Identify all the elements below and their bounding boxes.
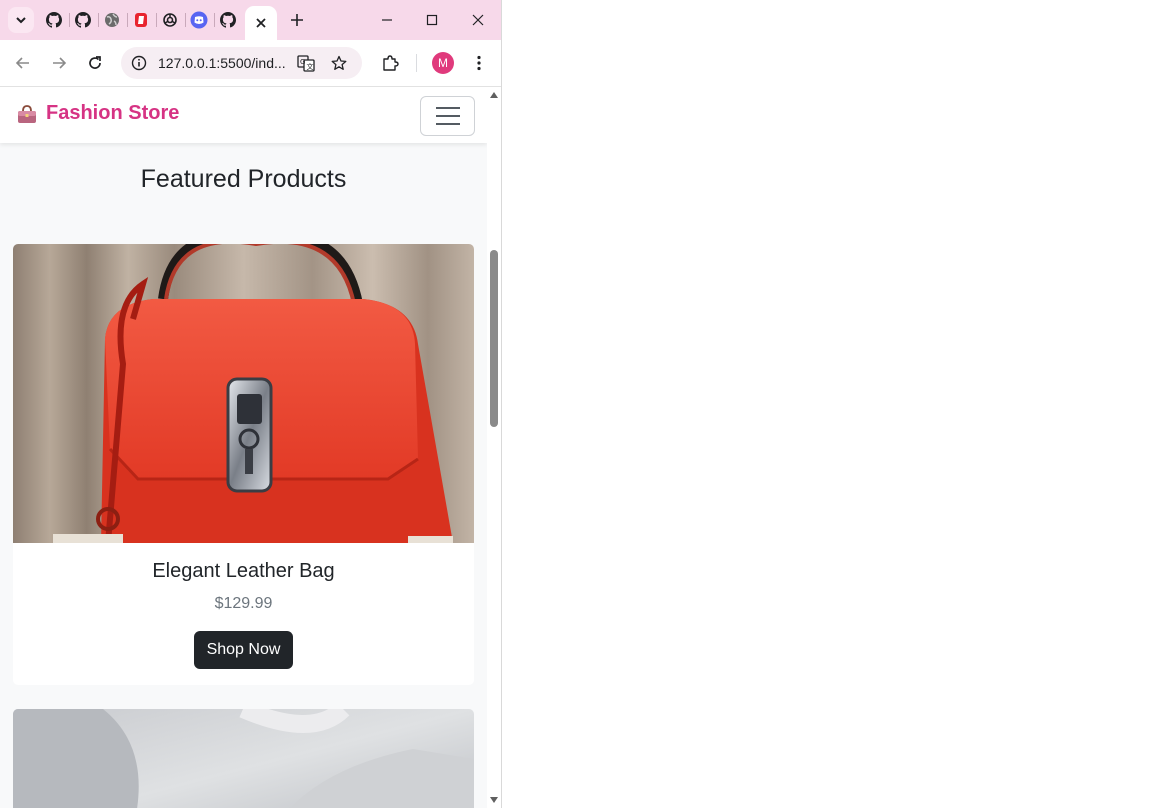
- shop-now-button[interactable]: Shop Now: [194, 631, 293, 669]
- toolbar-separator: [416, 54, 417, 72]
- svg-text:文: 文: [307, 62, 314, 71]
- tab-github-3[interactable]: [213, 6, 242, 34]
- site-navbar: Fashion Store: [0, 87, 487, 143]
- new-tab-button[interactable]: [284, 7, 310, 33]
- profile-avatar[interactable]: M: [432, 52, 454, 74]
- maximize-button[interactable]: [409, 0, 455, 40]
- tab-active[interactable]: [245, 6, 277, 40]
- extensions-button[interactable]: [376, 49, 404, 77]
- github-icon: [219, 12, 236, 28]
- tab-globe[interactable]: [97, 6, 126, 34]
- kebab-menu-icon: [477, 55, 481, 71]
- reload-icon: [89, 56, 101, 69]
- scroll-up-icon[interactable]: [489, 90, 499, 100]
- discord-icon: [190, 11, 207, 29]
- info-icon: [131, 55, 147, 71]
- browser-window: 127.0.0.1:5500/ind... G文 M Fashion Store: [0, 0, 502, 808]
- back-button[interactable]: [9, 49, 37, 77]
- arrow-left-icon: [15, 57, 29, 69]
- star-icon: [331, 55, 347, 70]
- section-title: Featured Products: [140, 165, 347, 193]
- tab-red-app[interactable]: [126, 6, 155, 34]
- page-viewport: Fashion Store Featured Products Elegant …: [0, 87, 487, 808]
- forward-button[interactable]: [45, 49, 73, 77]
- reload-button[interactable]: [81, 49, 109, 77]
- tab-search-button[interactable]: [8, 7, 34, 33]
- tab-github-2[interactable]: [68, 6, 97, 34]
- plus-icon: [291, 14, 303, 26]
- close-icon[interactable]: [255, 17, 267, 29]
- window-close-button[interactable]: [455, 0, 501, 40]
- site-info-button[interactable]: [127, 51, 151, 75]
- tab-github-1[interactable]: [39, 6, 68, 34]
- tab-openai[interactable]: [155, 6, 184, 34]
- arrow-right-icon: [53, 57, 67, 69]
- page-scrollbar[interactable]: [487, 87, 501, 808]
- red-app-icon: [134, 13, 147, 27]
- hamburger-icon: [435, 107, 460, 125]
- product-image-leather-bag[interactable]: [13, 244, 474, 543]
- product-price: $129.99: [214, 595, 273, 612]
- menu-button[interactable]: [465, 49, 493, 77]
- brand-link[interactable]: Fashion Store: [16, 102, 179, 125]
- github-icon: [74, 12, 91, 28]
- product-image-partial[interactable]: [13, 709, 474, 808]
- handbag-icon: [18, 104, 36, 123]
- maximize-icon: [426, 14, 438, 26]
- bookmark-button[interactable]: [327, 51, 351, 75]
- product-card-partial: [13, 709, 474, 808]
- chevron-down-icon: [16, 17, 26, 24]
- product-title: Elegant Leather Bag: [152, 560, 335, 582]
- puzzle-icon: [383, 55, 399, 71]
- scroll-down-icon[interactable]: [489, 795, 499, 805]
- minimize-icon: [382, 19, 392, 21]
- scrollbar-thumb[interactable]: [490, 250, 498, 427]
- openai-icon: [162, 13, 177, 27]
- navbar-toggler[interactable]: [420, 96, 475, 136]
- browser-toolbar: 127.0.0.1:5500/ind... G文 M: [0, 40, 501, 87]
- tab-strip: [0, 0, 501, 40]
- minimize-button[interactable]: [364, 0, 410, 40]
- github-icon: [45, 12, 62, 28]
- globe-icon: [104, 13, 119, 27]
- product-card: Elegant Leather Bag $129.99 Shop Now: [13, 244, 474, 685]
- translate-button[interactable]: G文: [294, 51, 318, 75]
- close-icon: [472, 14, 484, 26]
- brand-name: Fashion Store: [46, 102, 180, 124]
- address-bar[interactable]: 127.0.0.1:5500/ind... G文: [121, 47, 362, 79]
- tab-discord[interactable]: [184, 6, 213, 34]
- url-text[interactable]: 127.0.0.1:5500/ind...: [158, 55, 286, 71]
- svg-text:G: G: [300, 58, 305, 66]
- translate-icon: G文: [297, 55, 315, 72]
